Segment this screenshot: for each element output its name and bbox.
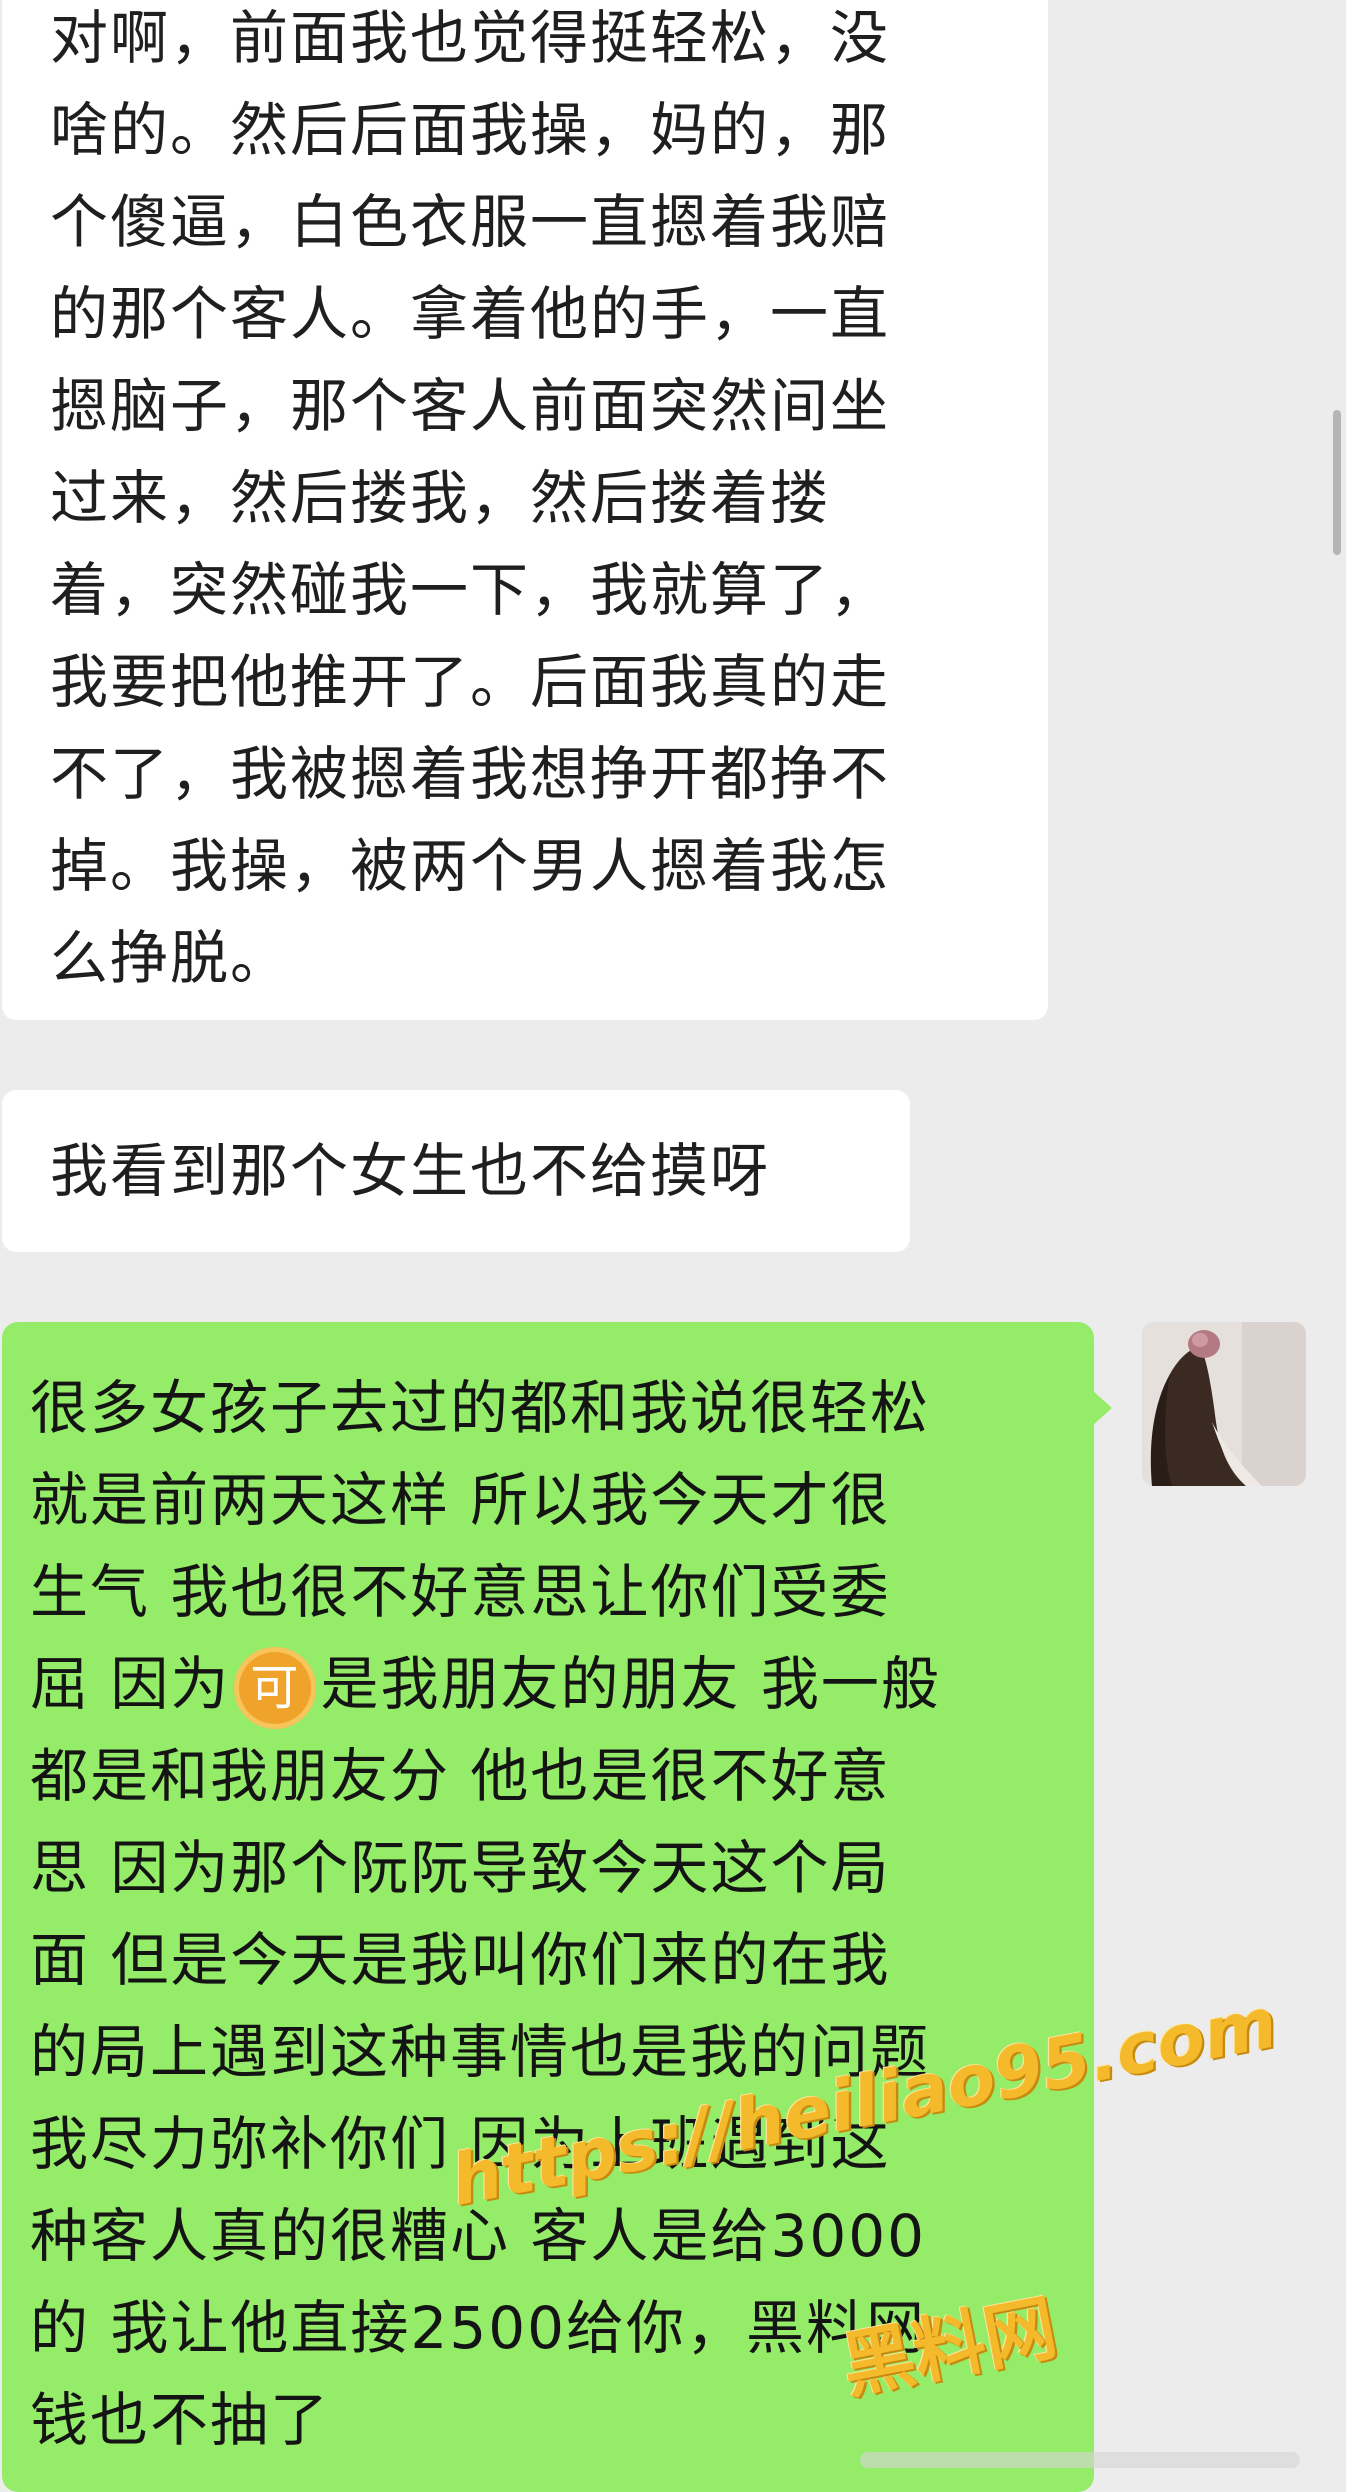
incoming-message-bubble[interactable]: 对啊，前面我也觉得挺轻松，没 啥的。然后后面我操，妈的，那 个傻逼，白色衣服一直… — [2, 0, 1048, 1020]
message-text-part: 是我朋友的朋友 我一般 都是和我朋友分 他也是很不好意 思 因为那个阮阮导致今天… — [30, 1650, 941, 2454]
ke-emoji-icon: 可 — [234, 1646, 317, 1729]
outgoing-message-bubble[interactable]: 很多女孩子去过的都和我说很轻松 就是前两天这样 所以我今天才很 生气 我也很不好… — [2, 1322, 1094, 2492]
message-text: 对啊，前面我也觉得挺轻松，没 啥的。然后后面我操，妈的，那 个傻逼，白色衣服一直… — [50, 4, 891, 992]
user-avatar-photo-icon — [1142, 1322, 1306, 1486]
footer-hint — [860, 2452, 1300, 2468]
incoming-message-bubble[interactable]: 我看到那个女生也不给摸呀 — [2, 1090, 910, 1252]
message-text: 我看到那个女生也不给摸呀 — [50, 1137, 771, 1205]
scrollbar[interactable] — [1333, 410, 1341, 555]
chat-area: 对啊，前面我也觉得挺轻松，没 啥的。然后后面我操，妈的，那 个傻逼，白色衣服一直… — [0, 0, 1346, 2492]
avatar[interactable] — [1142, 1322, 1306, 1486]
bubble-tail — [1092, 1390, 1112, 1426]
message-text: 很多女孩子去过的都和我说很轻松 就是前两天这样 所以我今天才很 生气 我也很不好… — [30, 1322, 1074, 2466]
